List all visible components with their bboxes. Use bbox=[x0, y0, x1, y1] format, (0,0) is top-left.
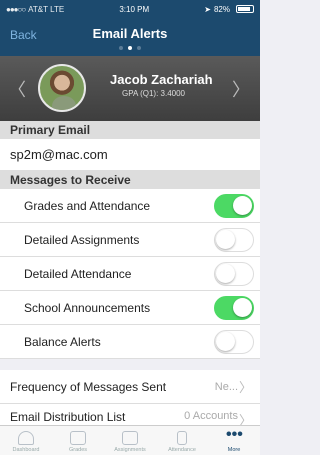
distribution-value: 0 Accounts bbox=[184, 410, 238, 422]
toggle-row-detailed-assignments: Detailed Assignments bbox=[0, 223, 260, 257]
tab-assignments[interactable]: Assignments bbox=[104, 426, 156, 455]
toggle-row-school-announcements: School Announcements bbox=[0, 291, 260, 325]
grades-attendance-toggle[interactable] bbox=[214, 194, 254, 218]
carrier-label: AT&T LTE bbox=[28, 4, 65, 14]
tab-bar: Dashboard Grades Assignments Attendance … bbox=[0, 425, 260, 455]
student-name: Jacob Zachariah bbox=[110, 72, 213, 87]
tab-attendance[interactable]: Attendance bbox=[156, 426, 208, 455]
email-text: sp2m@mac.com bbox=[10, 147, 108, 162]
page-title: Email Alerts bbox=[92, 26, 168, 41]
chevron-right-icon: 〉 bbox=[238, 380, 252, 395]
detailed-assignments-toggle[interactable] bbox=[214, 228, 254, 252]
signal-icon: ●●●○○ bbox=[6, 4, 26, 14]
primary-email-header: Primary Email bbox=[0, 121, 260, 139]
page-dot bbox=[137, 46, 141, 50]
status-bar: ●●●○○ AT&T LTE 3:10 PM ➤ 82% bbox=[0, 0, 260, 18]
student-profile-header: 〈 Jacob Zachariah GPA (Q1): 3.4000 〉 bbox=[0, 56, 260, 121]
detailed-attendance-toggle[interactable] bbox=[214, 262, 254, 286]
attendance-icon bbox=[177, 431, 187, 445]
nav-bar: Back Email Alerts bbox=[0, 18, 260, 56]
frequency-of-messages-row[interactable]: Frequency of Messages Sent Ne... 〉 bbox=[0, 370, 260, 404]
clock-label: 3:10 PM bbox=[119, 4, 150, 14]
tab-label: Attendance bbox=[168, 447, 196, 453]
balance-alerts-toggle[interactable] bbox=[214, 330, 254, 354]
tab-dashboard[interactable]: Dashboard bbox=[0, 426, 52, 455]
more-icon: ••• bbox=[226, 426, 243, 443]
tab-label: More bbox=[227, 447, 241, 453]
messages-to-receive-header: Messages to Receive bbox=[0, 171, 260, 189]
battery-percent: 82% bbox=[213, 4, 230, 14]
page-dot-active bbox=[128, 46, 132, 50]
tab-more[interactable]: ••• More bbox=[208, 426, 260, 455]
frequency-value: Ne... bbox=[214, 380, 238, 393]
location-icon: ➤ bbox=[204, 4, 211, 14]
tab-label: Assignments bbox=[114, 447, 146, 453]
next-student-chevron-icon[interactable]: 〉 bbox=[232, 76, 250, 102]
tab-grades[interactable]: Grades bbox=[52, 426, 104, 455]
avatar bbox=[38, 64, 86, 112]
toggle-row-detailed-attendance: Detailed Attendance bbox=[0, 257, 260, 291]
school-announcements-toggle[interactable] bbox=[214, 296, 254, 320]
previous-student-chevron-icon[interactable]: 〈 bbox=[8, 76, 26, 102]
tab-label: Grades bbox=[68, 447, 88, 453]
battery-icon bbox=[235, 5, 254, 13]
page-indicator bbox=[0, 46, 260, 50]
tab-label: Dashboard bbox=[12, 447, 40, 453]
grades-icon bbox=[70, 431, 86, 445]
assignments-icon bbox=[122, 431, 138, 445]
primary-email-value[interactable]: sp2m@mac.com bbox=[0, 139, 260, 171]
frequency-label: Frequency of Messages Sent bbox=[10, 379, 167, 394]
page-dot bbox=[119, 46, 123, 50]
toggle-row-grades-attendance: Grades and Attendance bbox=[0, 189, 260, 223]
student-gpa: GPA (Q1): 3.4000 bbox=[122, 89, 185, 98]
distribution-label: Email Distribution List bbox=[10, 410, 126, 424]
toggle-row-balance-alerts: Balance Alerts bbox=[0, 325, 260, 359]
dashboard-icon bbox=[18, 431, 34, 445]
